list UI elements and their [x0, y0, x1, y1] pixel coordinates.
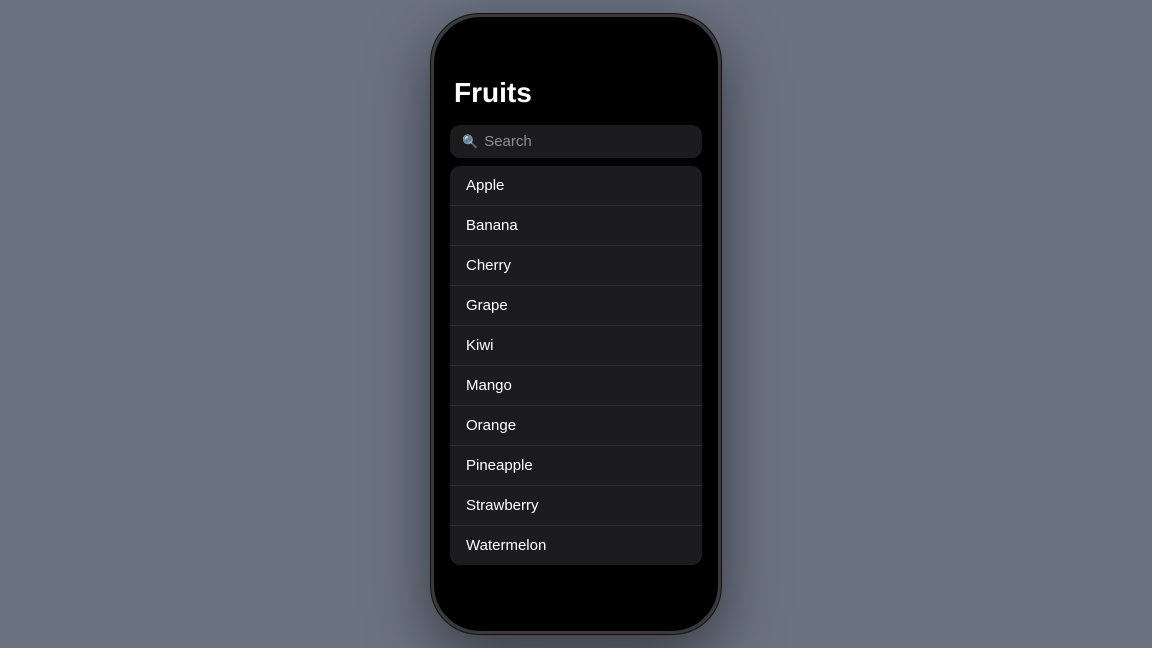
page-title: Fruits: [434, 77, 718, 125]
volume-down-button: [431, 245, 433, 295]
fruit-list: AppleBananaCherryGrapeKiwiMangoOrangePin…: [450, 166, 702, 565]
phone-frame: Fruits 🔍 AppleBananaCherryGrapeKiwiMango…: [431, 14, 721, 634]
search-icon: 🔍: [462, 134, 478, 150]
fruit-item[interactable]: Pineapple: [450, 446, 702, 486]
fruit-item[interactable]: Strawberry: [450, 486, 702, 526]
power-button: [719, 197, 721, 267]
fruit-item[interactable]: Mango: [450, 366, 702, 406]
fruit-item[interactable]: Grape: [450, 286, 702, 326]
mute-button: [431, 137, 433, 169]
fruit-item[interactable]: Kiwi: [450, 326, 702, 366]
fruit-item[interactable]: Orange: [450, 406, 702, 446]
search-input[interactable]: [484, 133, 690, 150]
volume-up-button: [431, 182, 433, 232]
phone-screen: Fruits 🔍 AppleBananaCherryGrapeKiwiMango…: [434, 17, 718, 631]
fruit-item[interactable]: Apple: [450, 166, 702, 206]
app-content: Fruits 🔍 AppleBananaCherryGrapeKiwiMango…: [434, 77, 718, 565]
fruit-item[interactable]: Watermelon: [450, 526, 702, 565]
search-bar[interactable]: 🔍: [450, 125, 702, 158]
fruit-item[interactable]: Cherry: [450, 246, 702, 286]
fruit-item[interactable]: Banana: [450, 206, 702, 246]
